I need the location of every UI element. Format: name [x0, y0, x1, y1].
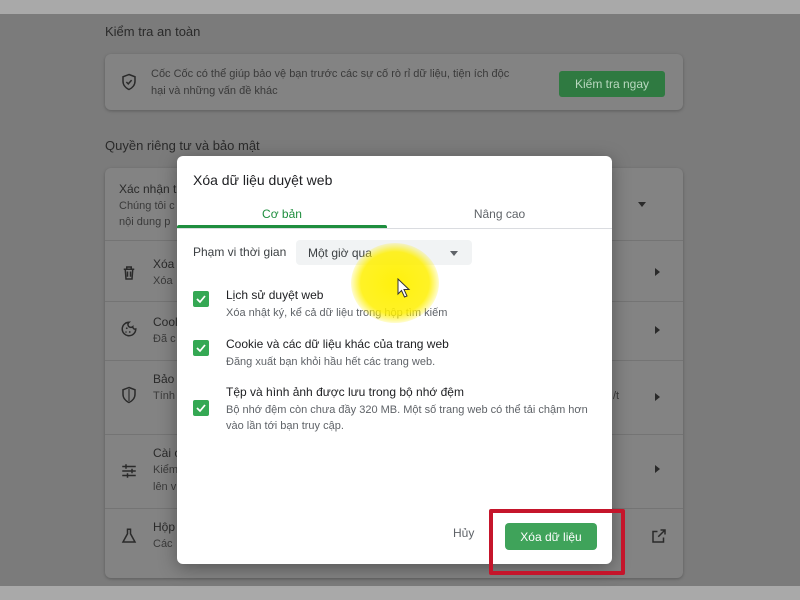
- shield-icon: [122, 386, 136, 404]
- clear-browsing-data-dialog: Xóa dữ liệu duyệt web Cơ bản Nâng cao Ph…: [177, 156, 612, 564]
- highlight-frame: [489, 509, 625, 575]
- chevron-right-icon[interactable]: [655, 326, 660, 334]
- chevron-right-icon[interactable]: [655, 393, 660, 401]
- chevron-down-icon: [450, 251, 458, 256]
- privacy-row-2-title: Xóa: [153, 257, 175, 271]
- option-description: Đăng xuất bạn khỏi hầu hết các trang web…: [226, 356, 436, 368]
- privacy-row-3-title: Cool: [153, 315, 178, 329]
- privacy-section-title: Quyền riêng tư và bảo mật: [105, 138, 260, 153]
- option-title: Cookie và các dữ liệu khác của trang web: [226, 337, 449, 351]
- chevron-right-icon[interactable]: [655, 268, 660, 276]
- privacy-row-3-sub1: Đã c: [153, 333, 176, 345]
- chevron-right-icon[interactable]: [655, 465, 660, 473]
- checkbox-cookies[interactable]: [193, 340, 209, 356]
- privacy-row-1-sub1: Chúng tôi c: [119, 200, 175, 212]
- privacy-row-4-sub2: /t: [613, 390, 620, 402]
- privacy-row-6-title: Hộp: [153, 520, 176, 534]
- safety-check-title: Kiểm tra an toàn: [105, 24, 201, 39]
- time-range-label: Phạm vi thời gian: [193, 245, 287, 259]
- checkbox-cache[interactable]: [193, 400, 209, 416]
- external-link-icon[interactable]: [650, 527, 668, 545]
- privacy-row-4-title: Bảo: [153, 372, 175, 386]
- safety-check-text-line2: hại và những vấn đề khác: [151, 85, 278, 97]
- checkbox-browsing-history[interactable]: [193, 291, 209, 307]
- privacy-row-5-sub1: Kiểm: [153, 464, 179, 476]
- checkmark-icon: [196, 295, 206, 304]
- privacy-row-6-sub1: Các: [153, 538, 173, 550]
- privacy-row-4-sub1: Tính: [153, 390, 176, 402]
- mouse-cursor-icon: [397, 278, 411, 298]
- safety-check-text-line1: Cốc Cốc có thể giúp bảo vệ bạn trước các…: [151, 68, 510, 80]
- tab-basic[interactable]: Cơ bản: [177, 200, 387, 228]
- check-now-button[interactable]: Kiểm tra ngay: [559, 71, 665, 97]
- privacy-row-1-dropdown-icon[interactable]: [638, 202, 646, 207]
- privacy-row-1-sub2: nội dung p: [119, 216, 171, 228]
- privacy-row-5-sub2: lên v: [153, 481, 177, 493]
- flask-icon: [121, 528, 137, 543]
- option-title: Lịch sử duyệt web: [226, 288, 324, 302]
- cancel-button[interactable]: Hủy: [453, 526, 474, 540]
- option-description: Bộ nhớ đệm còn chưa đầy 320 MB. Một số t…: [226, 404, 588, 432]
- option-title: Tệp và hình ảnh được lưu trong bộ nhớ đệ…: [226, 385, 464, 399]
- privacy-row-1-title: Xác nhận t: [119, 182, 177, 196]
- tab-advanced[interactable]: Nâng cao: [387, 200, 612, 228]
- trash-icon: [123, 266, 135, 280]
- checkmark-icon: [196, 404, 206, 413]
- cursor-highlight: [351, 243, 439, 323]
- cookie-icon: [121, 321, 137, 337]
- sliders-icon: [122, 464, 136, 478]
- shield-icon: [122, 73, 136, 91]
- privacy-row-2-sub1: Xóa: [153, 275, 173, 287]
- checkmark-icon: [196, 344, 206, 353]
- dialog-title: Xóa dữ liệu duyệt web: [193, 172, 333, 188]
- tab-divider: [177, 228, 612, 229]
